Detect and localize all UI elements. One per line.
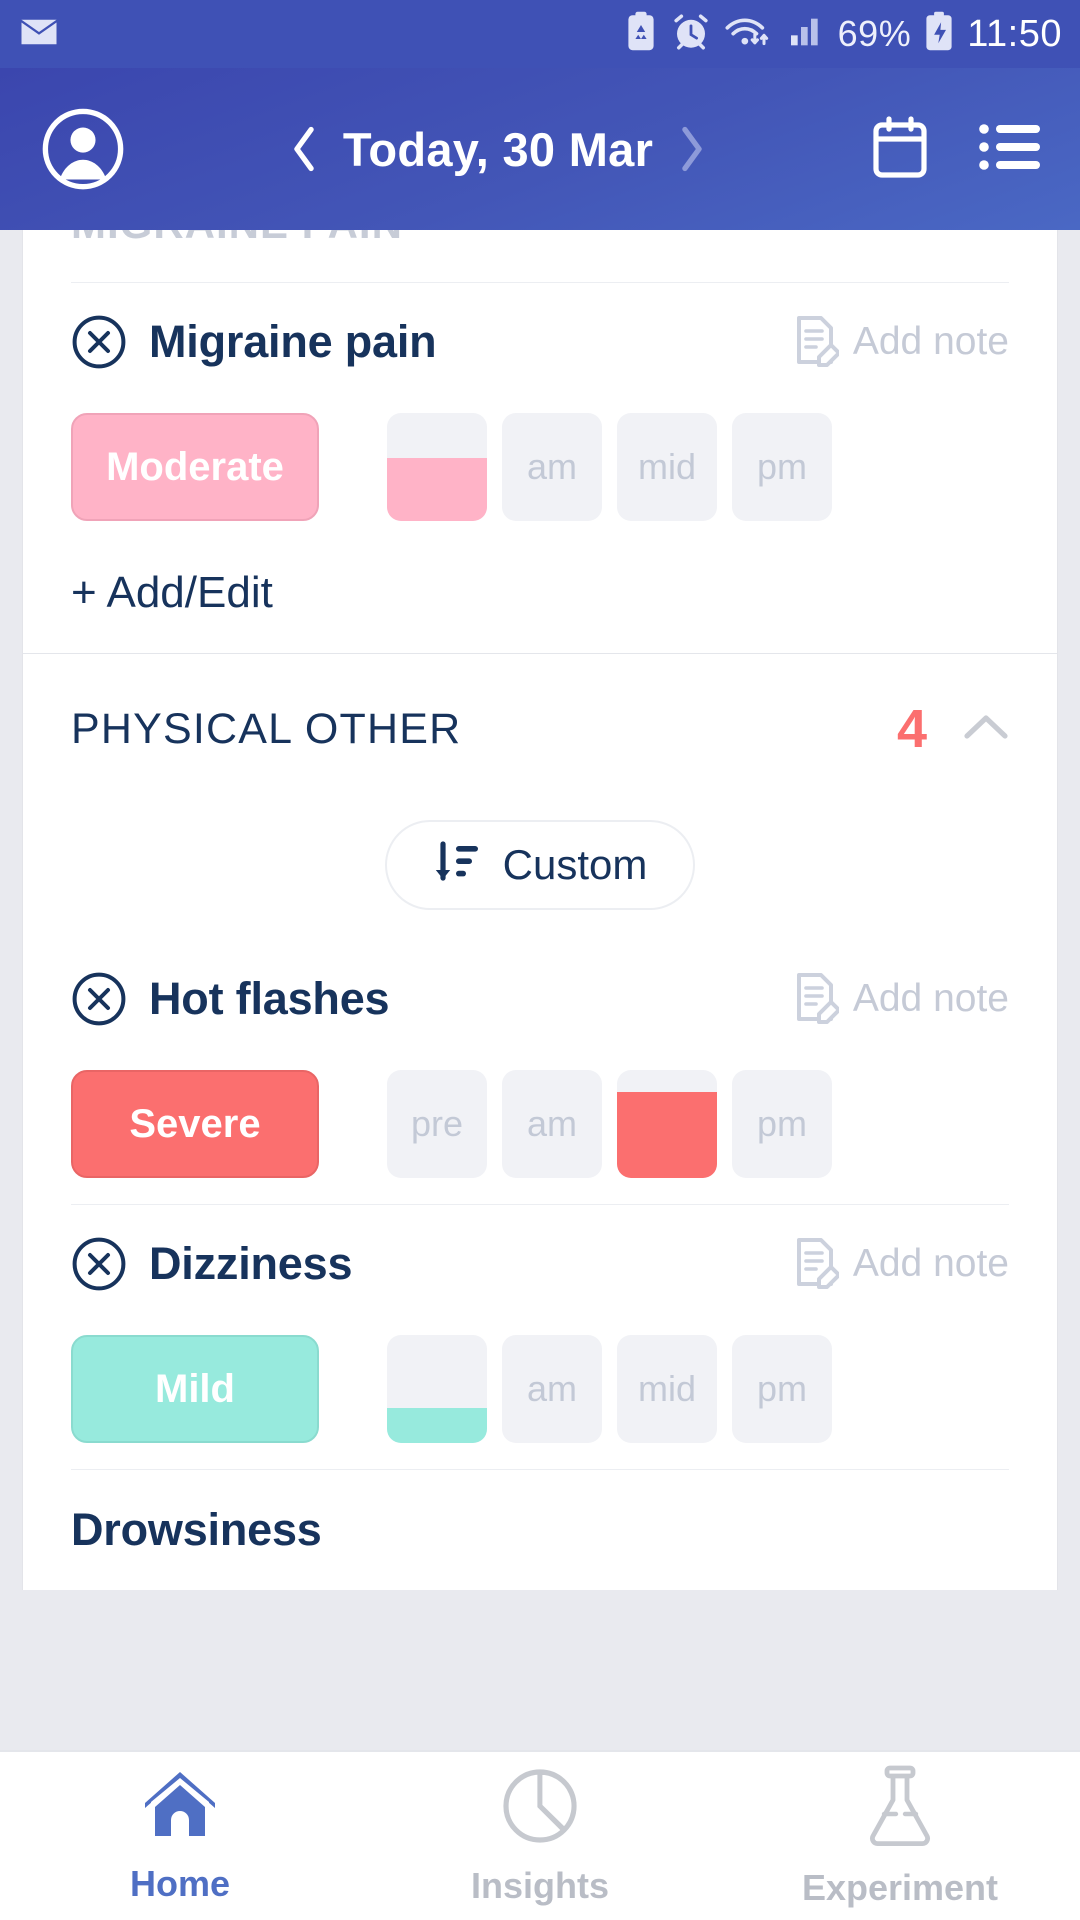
add-edit-row[interactable]: + Add/Edit: [23, 533, 1057, 653]
severity-pill[interactable]: Severe: [71, 1070, 319, 1178]
time-chip-label: pm: [756, 446, 807, 487]
time-chip-am[interactable]: am: [502, 1335, 602, 1443]
time-chip-label: pre: [410, 1103, 464, 1144]
app-header: Today, 30 Mar: [0, 68, 1080, 230]
calendar-icon[interactable]: [870, 115, 930, 184]
content-scroll-area[interactable]: MIGRAINE PAIN Migraine pain: [0, 230, 1080, 1750]
note-pencil-icon: [791, 313, 841, 372]
sort-label: Custom: [502, 841, 648, 888]
time-chip-label: pm: [756, 1368, 807, 1409]
add-note-label: Add note: [852, 1242, 1009, 1285]
chevron-left-icon[interactable]: [291, 126, 317, 172]
symptom-row-drowsiness: Drowsiness: [23, 1470, 1057, 1590]
chevron-up-icon[interactable]: [963, 712, 1009, 747]
severity-pill[interactable]: Mild: [71, 1335, 319, 1443]
add-note-label: Add note: [852, 977, 1009, 1020]
note-pencil-icon: [791, 970, 841, 1029]
time-chip-pm[interactable]: pm: [732, 1335, 832, 1443]
tracking-card: MIGRAINE PAIN Migraine pain: [22, 230, 1058, 1590]
symptom-header: Dizziness Add note: [71, 1205, 1009, 1323]
clock-time: 11:50: [967, 12, 1062, 55]
severity-pill[interactable]: Moderate: [71, 413, 319, 521]
severity-and-time-chips: Moderate am mid pm: [71, 401, 1009, 533]
time-chip-label: am: [526, 1103, 577, 1144]
symptom-row-hot-flashes: Hot flashes Add note Severe pre am pm: [23, 940, 1057, 1190]
time-chip-label: mid: [637, 1368, 696, 1409]
symptom-name: Drowsiness: [71, 1504, 322, 1555]
battery-percent-label: 69%: [837, 13, 912, 54]
time-chip-label: am: [526, 446, 577, 487]
severity-and-time-chips: Mild am mid pm: [71, 1323, 1009, 1455]
time-chip-mid[interactable]: mid: [617, 413, 717, 521]
close-circle-icon[interactable]: [71, 971, 127, 1027]
nav-item-insights[interactable]: Insights: [360, 1752, 720, 1920]
add-note-button[interactable]: Add note: [791, 313, 1009, 372]
list-menu-icon[interactable]: [978, 121, 1040, 178]
status-bar: 69% 11:50: [0, 0, 1080, 68]
alarm-icon: [670, 11, 712, 58]
note-pencil-icon: [791, 1235, 841, 1294]
status-bar-left: [18, 11, 60, 58]
time-chip-pre[interactable]: pre: [387, 1070, 487, 1178]
sort-descending-icon: [433, 840, 481, 891]
page-title[interactable]: Today, 30 Mar: [343, 122, 653, 177]
symptom-name: Migraine pain: [149, 316, 437, 367]
add-note-button[interactable]: Add note: [791, 1235, 1009, 1294]
symptom-header: Drowsiness: [71, 1470, 1009, 1590]
add-edit-link[interactable]: + Add/Edit: [71, 568, 273, 618]
nav-label-insights: Insights: [470, 1864, 609, 1906]
section-header-right: 4: [897, 698, 1009, 760]
time-chip-label: am: [526, 1368, 577, 1409]
cell-signal-icon: [786, 11, 826, 58]
symptom-row-migraine-pain: Migraine pain Add note Moderate am mid p…: [23, 283, 1057, 533]
mail-icon: [18, 11, 60, 58]
status-bar-right: 69% 11:50: [624, 11, 1062, 58]
sort-custom-button[interactable]: Custom: [384, 820, 696, 910]
time-chip-mid[interactable]: mid: [617, 1335, 717, 1443]
profile-avatar-icon[interactable]: [40, 106, 126, 192]
wifi-data-icon: [724, 11, 774, 58]
chevron-right-icon[interactable]: [679, 126, 705, 172]
symptom-header: Migraine pain Add note: [71, 283, 1009, 401]
time-chip-label: pm: [756, 1103, 807, 1144]
close-circle-icon[interactable]: [71, 314, 127, 370]
nav-item-home[interactable]: Home: [0, 1752, 360, 1920]
flask-icon: [861, 1764, 939, 1853]
symptom-row-dizziness: Dizziness Add note Mild am mid pm: [23, 1205, 1057, 1455]
bottom-navigation: Home Insights Experiment: [0, 1750, 1080, 1920]
time-chip-am[interactable]: am: [502, 1070, 602, 1178]
pie-chart-icon: [499, 1766, 581, 1851]
section-header-physical-other[interactable]: PHYSICAL OTHER 4: [23, 654, 1057, 804]
add-note-button[interactable]: Add note: [791, 970, 1009, 1029]
time-chip-pm[interactable]: pm: [732, 1070, 832, 1178]
date-navigator: Today, 30 Mar: [126, 122, 870, 177]
time-chip-mid[interactable]: [617, 1070, 717, 1178]
close-circle-icon[interactable]: [71, 1236, 127, 1292]
symptom-header: Hot flashes Add note: [71, 940, 1009, 1058]
time-chip-pm[interactable]: pm: [732, 413, 832, 521]
symptom-name: Dizziness: [149, 1238, 353, 1289]
nav-label-home: Home: [129, 1862, 231, 1904]
app-header-actions: [870, 115, 1040, 184]
clipped-section-header: MIGRAINE PAIN: [23, 230, 1057, 282]
time-chip-pre[interactable]: [387, 1335, 487, 1443]
add-note-label: Add note: [852, 320, 1009, 363]
clipped-section-title: MIGRAINE PAIN: [71, 230, 403, 248]
app-screen: 69% 11:50 Today, 30 Mar Migraine pain Ad…: [0, 0, 1080, 1920]
home-icon: [139, 1768, 221, 1849]
time-chip-label: mid: [637, 446, 696, 487]
symptom-name: Hot flashes: [149, 973, 390, 1024]
time-chip-pre[interactable]: [387, 413, 487, 521]
sort-bar: Custom: [23, 804, 1057, 940]
battery-charging-icon: [923, 11, 955, 58]
nav-item-experiment[interactable]: Experiment: [720, 1752, 1080, 1920]
clipboard-recycle-icon: [624, 11, 658, 58]
nav-label-experiment: Experiment: [801, 1866, 999, 1908]
severity-and-time-chips: Severe pre am pm: [71, 1058, 1009, 1190]
time-chip-am[interactable]: am: [502, 413, 602, 521]
section-title: PHYSICAL OTHER: [71, 704, 462, 753]
section-count-badge: 4: [896, 699, 927, 759]
